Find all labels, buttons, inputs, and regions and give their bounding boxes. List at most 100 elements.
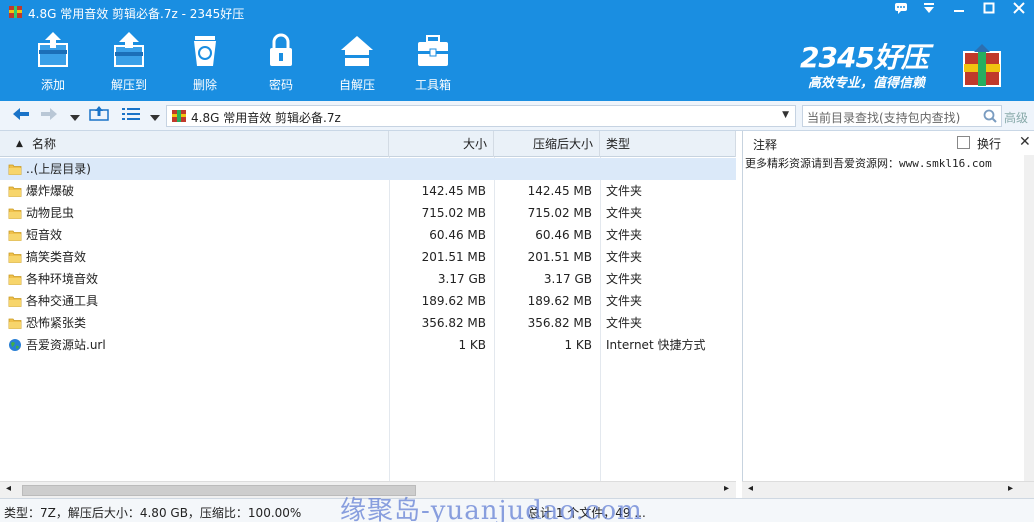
table-row[interactable]: 短音效 60.46 MB 60.46 MB 文件夹 bbox=[0, 224, 736, 246]
delete-label: 删除 bbox=[192, 78, 217, 92]
scroll-left-icon[interactable]: ◂ bbox=[748, 483, 753, 494]
wrap-label: 换行 bbox=[977, 137, 1002, 151]
forward-button[interactable] bbox=[38, 105, 60, 127]
wrap-checkbox[interactable] bbox=[957, 136, 970, 149]
password-label: 密码 bbox=[268, 78, 293, 92]
cell-name: ..(上层目录) bbox=[26, 162, 91, 176]
chevron-down-icon[interactable]: ▼ bbox=[782, 110, 789, 120]
arrow-right-icon bbox=[41, 108, 57, 120]
table-row[interactable]: 吾爱资源站.url 1 KB 1 KB Internet 快捷方式 bbox=[0, 334, 736, 356]
cell-name: 动物昆虫 bbox=[26, 206, 75, 220]
window-title: 4.8G 常用音效 剪辑必备.7z - 2345好压 bbox=[28, 7, 245, 21]
cell-packed: 715.02 MB bbox=[527, 206, 592, 220]
chevron-down-icon bbox=[150, 115, 160, 121]
search-input[interactable]: 当前目录查找(支持包内查找) bbox=[802, 105, 1002, 127]
up-level-button[interactable] bbox=[88, 105, 110, 127]
cell-size: 3.17 GB bbox=[437, 272, 486, 286]
menu-icon[interactable] bbox=[916, 0, 942, 22]
folder-icon bbox=[8, 272, 22, 289]
cell-name: 吾爱资源站.url bbox=[26, 338, 106, 352]
cell-type: 文件夹 bbox=[606, 228, 643, 242]
add-button[interactable]: 添加 bbox=[22, 30, 84, 96]
column-header-packed[interactable]: 压缩后大小 bbox=[494, 131, 600, 157]
address-bar: 4.8G 常用音效 剪辑必备.7z ▼ 当前目录查找(支持包内查找) 高级 bbox=[0, 101, 1034, 131]
history-dropdown[interactable] bbox=[64, 105, 86, 127]
view-mode-button[interactable] bbox=[120, 105, 142, 127]
folder-icon bbox=[8, 228, 22, 245]
cell-type: 文件夹 bbox=[606, 184, 643, 198]
cell-name: 各种交通工具 bbox=[26, 294, 99, 308]
column-packed-label: 压缩后大小 bbox=[532, 137, 593, 151]
scroll-left-icon[interactable]: ◂ bbox=[6, 483, 11, 494]
add-label: 添加 bbox=[40, 78, 65, 92]
maximize-icon[interactable] bbox=[976, 0, 1002, 22]
list-view-icon bbox=[122, 108, 140, 120]
cell-type: 文件夹 bbox=[606, 272, 643, 286]
cell-size: 356.82 MB bbox=[421, 316, 486, 330]
folder-up-icon bbox=[89, 106, 109, 121]
extract-label: 解压到 bbox=[110, 78, 147, 92]
self-extract-icon bbox=[341, 36, 373, 66]
table-row[interactable]: 各种交通工具 189.62 MB 189.62 MB 文件夹 bbox=[0, 290, 736, 312]
table-row[interactable]: 恐怖紧张类 356.82 MB 356.82 MB 文件夹 bbox=[0, 312, 736, 334]
folder-icon bbox=[8, 316, 22, 333]
file-list: ▲ 名称 大小 压缩后大小 类型 ..(上层目录) 爆炸爆破 142.45 MB 14… bbox=[0, 131, 736, 481]
close-icon[interactable]: ✕ bbox=[1019, 134, 1031, 150]
comment-header: 注释 换行 ✕ bbox=[743, 131, 1034, 155]
advanced-search-link[interactable]: 高级 bbox=[1004, 109, 1028, 126]
watermark-text: 缘聚岛-yuanjudao.com bbox=[340, 496, 643, 522]
feedback-icon[interactable] bbox=[888, 0, 914, 22]
toolbox-icon bbox=[418, 35, 448, 66]
scroll-right-icon[interactable]: ▸ bbox=[1008, 483, 1013, 494]
column-header-type[interactable]: 类型 bbox=[600, 131, 736, 157]
view-mode-dropdown[interactable] bbox=[144, 105, 166, 127]
folder-icon bbox=[8, 294, 22, 311]
comment-scrollbar[interactable] bbox=[1024, 155, 1034, 481]
comment-horizontal-scrollbar[interactable]: ◂ ▸ bbox=[742, 481, 1034, 498]
comment-pane: 注释 换行 ✕ 更多精彩资源请到吾爱资源网：www.smkl16.com bbox=[742, 131, 1034, 481]
column-type-label: 类型 bbox=[606, 137, 631, 151]
back-button[interactable] bbox=[10, 105, 32, 127]
table-row[interactable]: 爆炸爆破 142.45 MB 142.45 MB 文件夹 bbox=[0, 180, 736, 202]
column-header-name[interactable]: ▲ 名称 bbox=[0, 131, 389, 157]
close-icon[interactable] bbox=[1006, 0, 1032, 22]
password-button[interactable]: 密码 bbox=[250, 30, 312, 96]
add-archive-icon bbox=[38, 32, 68, 67]
cell-type: 文件夹 bbox=[606, 316, 643, 330]
cell-name: 搞笑类音效 bbox=[26, 250, 87, 264]
table-row[interactable]: 各种环境音效 3.17 GB 3.17 GB 文件夹 bbox=[0, 268, 736, 290]
table-row[interactable]: 搞笑类音效 201.51 MB 201.51 MB 文件夹 bbox=[0, 246, 736, 268]
list-header: ▲ 名称 大小 压缩后大小 类型 bbox=[0, 131, 736, 157]
delete-icon bbox=[194, 36, 216, 66]
column-header-size[interactable]: 大小 bbox=[389, 131, 494, 157]
status-info: 类型：7Z，解压后大小：4.80 GB，压缩比：100.00% bbox=[4, 506, 302, 520]
table-row[interactable]: 动物昆虫 715.02 MB 715.02 MB 文件夹 bbox=[0, 202, 736, 224]
scroll-right-icon[interactable]: ▸ bbox=[724, 483, 729, 494]
path-field[interactable]: 4.8G 常用音效 剪辑必备.7z ▼ bbox=[166, 105, 796, 127]
search-icon[interactable] bbox=[983, 109, 997, 123]
folder-icon bbox=[8, 184, 22, 201]
extract-button[interactable]: 解压到 bbox=[98, 30, 160, 96]
cell-size: 715.02 MB bbox=[421, 206, 486, 220]
title-bar: 4.8G 常用音效 剪辑必备.7z - 2345好压 bbox=[0, 0, 1034, 24]
self-extract-button[interactable]: 自解压 bbox=[326, 30, 388, 96]
cell-size: 1 KB bbox=[458, 338, 486, 352]
archive-file-icon bbox=[172, 110, 186, 122]
arrow-left-icon bbox=[13, 108, 29, 120]
table-row[interactable]: ..(上层目录) bbox=[0, 158, 736, 180]
comment-title: 注释 bbox=[753, 138, 778, 152]
comment-text: 更多精彩资源请到吾爱资源网：www.smkl16.com bbox=[745, 157, 992, 170]
app-icon bbox=[9, 6, 22, 18]
cell-name: 恐怖紧张类 bbox=[26, 316, 87, 330]
archive-logo-icon bbox=[963, 44, 1001, 87]
folder-icon bbox=[8, 206, 22, 223]
cell-packed: 60.46 MB bbox=[535, 228, 592, 242]
cell-packed: 3.17 GB bbox=[543, 272, 592, 286]
minimize-icon[interactable] bbox=[946, 0, 972, 22]
brand-name: 2345好压 bbox=[800, 41, 929, 74]
delete-button[interactable]: 删除 bbox=[174, 30, 236, 96]
cell-name: 短音效 bbox=[26, 228, 63, 242]
cell-type: 文件夹 bbox=[606, 294, 643, 308]
toolbox-button[interactable]: 工具箱 bbox=[402, 30, 464, 96]
lock-icon bbox=[270, 33, 292, 66]
